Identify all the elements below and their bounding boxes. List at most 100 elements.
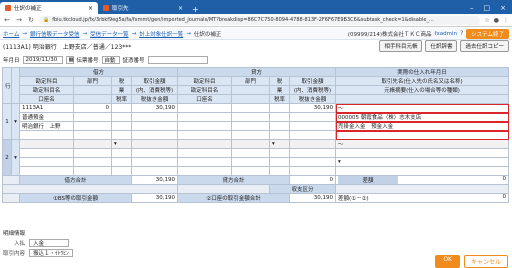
- summary-1: 売掛金入金: [338, 124, 366, 130]
- minimize-icon[interactable]: –: [470, 4, 474, 12]
- table-row[interactable]: 明治銀行 上野 売掛金入金 預金入金: [3, 121, 510, 131]
- row-expand-icon[interactable]: ▾: [11, 139, 20, 176]
- credit-dept-header: 部門: [231, 76, 271, 86]
- credit-taxex-header: 税抜き金額: [289, 94, 337, 104]
- journal-grid: 行 借方 貸方 実際の仕入れ年月日 勘定科目 部門 税 取引金額 勘定科目 部門…: [1, 67, 510, 203]
- receipt-type-label: 収支区分: [269, 184, 337, 194]
- debit-amount-cell[interactable]: 30,190: [130, 103, 179, 113]
- row-number: 1: [2, 103, 12, 140]
- voucher-label: 伝票番号: [76, 58, 99, 64]
- debit-account-name-header: 勘定科目名: [19, 85, 74, 95]
- bs-amount-label: ①BS等の取引金額: [19, 193, 132, 203]
- evidence-label: 証憑番号: [122, 58, 145, 64]
- voucher-field[interactable]: 自動: [101, 56, 120, 64]
- client-title: (1113A1) 明治銀行 上野支店／普通／123***: [3, 43, 132, 51]
- content-label: 取引内容: [3, 251, 26, 257]
- credit-amount-header: 取引金額: [289, 76, 337, 86]
- detail-title: 明細情報: [3, 231, 26, 237]
- cancel-button[interactable]: キャンセル: [463, 255, 508, 268]
- totals-row: 借方合計 30,190 貸方合計 0 差額 0: [2, 175, 510, 185]
- debit-rate-header: 税率: [111, 94, 132, 104]
- table-row[interactable]: [3, 130, 510, 140]
- close-window-icon[interactable]: ×: [500, 4, 506, 12]
- help-icon[interactable]: ?: [460, 30, 463, 37]
- credit-account-header: 勘定科目: [177, 76, 233, 86]
- difference-value: 0: [502, 176, 507, 183]
- actual-date-cell[interactable]: ～: [335, 103, 510, 113]
- debit-account-header: 勘定科目: [19, 76, 74, 86]
- evidence-field[interactable]: [147, 56, 208, 64]
- diff2-value: 0: [502, 194, 507, 201]
- breadcrumb-bank-data[interactable]: 銀行信販データ受信: [30, 30, 80, 38]
- credit-total-label: 貸方合計: [177, 175, 291, 185]
- row-number-header: 行: [2, 67, 12, 104]
- summary-2: 預金入金: [371, 124, 394, 130]
- credit-amount-cell[interactable]: 30,190: [289, 103, 337, 113]
- debit-header: 借方: [18, 67, 179, 77]
- journal-dictionary-button[interactable]: 仕訳辞書: [425, 40, 458, 52]
- debit-amount-sub-header: (内、消費税等): [130, 85, 179, 95]
- table-row[interactable]: [3, 148, 510, 158]
- credit-code-header: 口座名: [177, 94, 233, 104]
- debit-amount-header: 取引金額: [130, 76, 179, 86]
- user-name[interactable]: fxadmin: [435, 31, 457, 37]
- table-row[interactable]: 普通預金 000005 朝霞食品（株）志木支店: [3, 112, 510, 122]
- breadcrumb-separator: →: [82, 30, 88, 37]
- credit-tax-header: 税: [269, 76, 291, 86]
- star-icon[interactable]: ☆: [484, 17, 489, 24]
- address-bar: ← → ↻ 🔒 fbiu.tkcloud.jp/fx/3rbkf9eg5a/fa…: [0, 14, 512, 27]
- debit-account-cell[interactable]: 1113A1: [19, 103, 74, 113]
- account-amount-label: ②口座の取引金額合計: [177, 193, 291, 203]
- forward-icon[interactable]: →: [15, 16, 23, 24]
- debit-tax-header: 税: [111, 76, 132, 86]
- debit-total-value: 30,190: [130, 175, 179, 185]
- breadcrumb-journal-list[interactable]: 計上対象仕訳一覧: [139, 30, 183, 38]
- debit-total-label: 借方合計: [19, 175, 132, 185]
- debit-tax-type-header: 業: [111, 85, 132, 95]
- url-field[interactable]: 🔒 fbiu.tkcloud.jp/fx/3rbkf9eg5a/fa/fxmmt…: [39, 15, 481, 25]
- totals-row: ①BS等の取引金額 30,190 ②口座の取引金額合計 30,190 差額(①－…: [2, 193, 510, 203]
- table-row[interactable]: ▾: [3, 157, 510, 167]
- reload-icon[interactable]: ↻: [27, 16, 35, 24]
- system-end-button[interactable]: システム終了: [466, 28, 509, 39]
- breadcrumb-received-list[interactable]: 受信データ一覧: [90, 30, 129, 38]
- dialog-buttons: OK キャンセル: [435, 255, 508, 268]
- date-label: 年月日: [3, 58, 20, 64]
- breadcrumb-current: 仕訳の補正: [193, 31, 222, 38]
- calendar-icon[interactable]: ▦: [65, 56, 74, 64]
- breadcrumb-separator: →: [186, 30, 191, 37]
- detail-info: 明細情報 入払 入金 取引内容 振込１・ｲﾄｳﾋﾝ: [3, 229, 73, 257]
- debit-taxex-header: 税抜き金額: [130, 94, 179, 104]
- page-header: (1113A1) 明治銀行 上野支店／普通／123*** 相手科目元帳 仕訳辞書…: [0, 40, 512, 52]
- partner-ledger-button[interactable]: 相手科目元帳: [379, 40, 423, 52]
- past-journal-copy-button[interactable]: 過去仕訳コピー: [460, 40, 509, 52]
- lock-icon: 🔒: [43, 17, 50, 23]
- row-number: 2: [2, 139, 12, 176]
- row-expand-icon[interactable]: ▾: [11, 103, 20, 140]
- partner-name: 朝霞食品（株）志木支店: [360, 115, 422, 121]
- tab-journal-correction[interactable]: 仕訳の補正 ×: [0, 2, 98, 14]
- actual-date-header: 実際の仕入れ年月日: [335, 67, 510, 77]
- in-out-label: 入払: [13, 241, 25, 247]
- new-tab-icon[interactable]: +: [188, 5, 203, 14]
- menu-icon[interactable]: ⋮: [503, 17, 509, 24]
- date-field[interactable]: 2019/11/30: [22, 56, 63, 64]
- breadcrumb-home[interactable]: ホーム: [3, 30, 19, 38]
- maximize-icon[interactable]: □: [484, 4, 491, 12]
- profile-icon[interactable]: ●: [494, 17, 499, 24]
- table-row[interactable]: 2 ▾ ▾ ▾ ～: [2, 139, 510, 176]
- debit-dept-cell[interactable]: 0: [73, 103, 112, 113]
- tab-partner[interactable]: 取引先 ×: [98, 2, 188, 14]
- debit-account-name-cell: 普通預金: [19, 112, 74, 122]
- close-tab-icon[interactable]: ×: [88, 5, 93, 12]
- breadcrumb-separator: →: [131, 30, 137, 37]
- credit-tax-type-header: 業: [269, 85, 291, 95]
- content-header: 元帳摘要(仕入の場合等の種類): [335, 85, 510, 95]
- debit-bank-cell: 明治銀行 上野: [19, 121, 74, 131]
- table-row[interactable]: [3, 166, 510, 176]
- back-icon[interactable]: ←: [3, 16, 11, 24]
- close-tab-icon[interactable]: ×: [178, 5, 183, 12]
- ok-button[interactable]: OK: [435, 255, 460, 268]
- partner-header: 取引先名(仕入先の氏名又は名称): [335, 76, 510, 86]
- table-row[interactable]: 1 ▾ 1113A1 0 30,190 30,190 ～: [2, 103, 510, 140]
